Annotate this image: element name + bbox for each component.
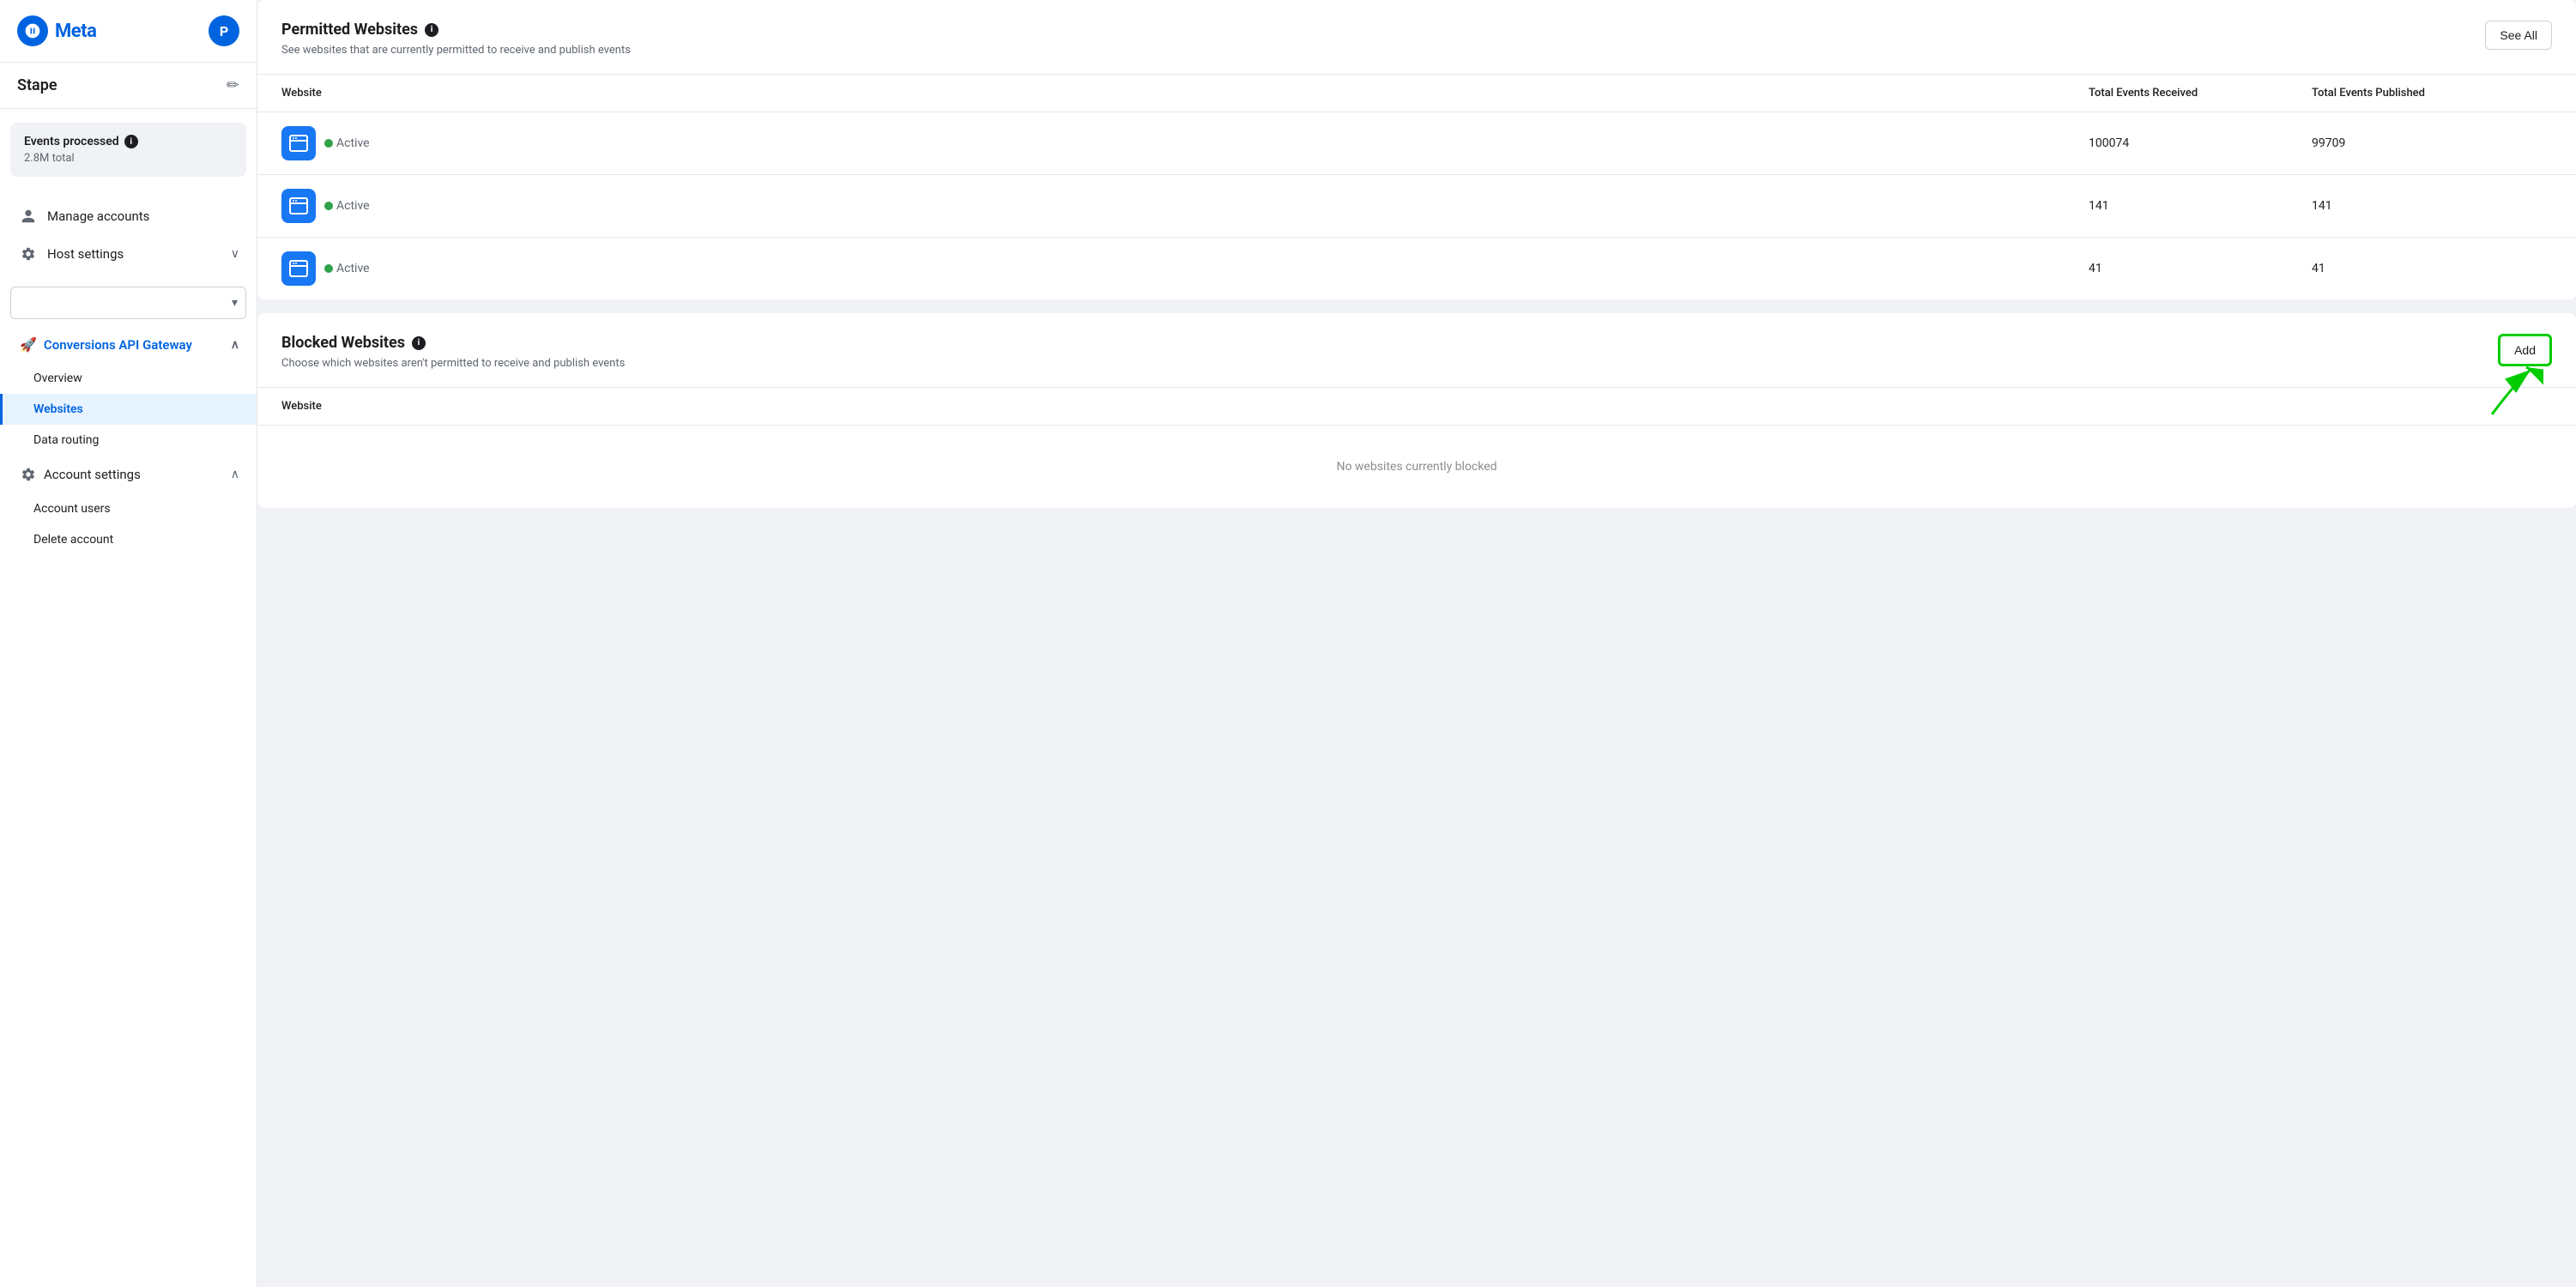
website-icon	[281, 251, 316, 286]
events-published-value: 141	[2312, 199, 2552, 213]
events-info-icon[interactable]: i	[124, 135, 138, 148]
events-processed-card: Events processed i 2.8M total	[10, 123, 246, 177]
user-avatar[interactable]: P	[209, 15, 239, 46]
account-settings-expand-icon: ∧	[231, 468, 239, 481]
workspace-dropdown-wrapper: ▾	[10, 287, 246, 319]
blocked-websites-description: Choose which websites aren't permitted t…	[281, 357, 2498, 370]
blocked-websites-title: Blocked Websites i	[281, 334, 2498, 352]
blocked-websites-table: Website No websites currently blocked	[257, 388, 2576, 508]
website-status: Active	[324, 262, 370, 275]
blocked-websites-section: Blocked Websites i Choose which websites…	[257, 313, 2576, 508]
browser-icon	[288, 196, 309, 216]
website-column-header: Website	[281, 87, 2089, 100]
person-icon	[20, 208, 37, 225]
gear-icon	[20, 245, 37, 263]
permitted-websites-info-icon[interactable]: i	[425, 23, 438, 37]
blocked-websites-header: Blocked Websites i Choose which websites…	[257, 313, 2576, 388]
permitted-websites-table: Website Total Events Received Total Even…	[257, 75, 2576, 299]
active-dot-icon	[324, 264, 333, 273]
account-settings-label: Account settings	[44, 467, 141, 482]
website-icon	[281, 189, 316, 223]
manage-accounts-label: Manage accounts	[47, 208, 149, 224]
blocked-websites-info-icon[interactable]: i	[412, 336, 426, 350]
api-gateway-expand-icon: ∧	[231, 338, 239, 352]
sidebar-item-manage-accounts[interactable]: Manage accounts	[0, 197, 257, 235]
main-nav: Manage accounts Host settings ∨	[0, 190, 257, 280]
see-all-button[interactable]: See All	[2485, 21, 2552, 50]
active-dot-icon	[324, 139, 333, 148]
rocket-icon: 🚀	[20, 336, 37, 353]
website-status: Active	[324, 199, 370, 213]
sidebar-item-conversions-api-gateway[interactable]: 🚀 Conversions API Gateway ∧	[0, 326, 257, 363]
events-processed-title: Events processed i	[24, 135, 233, 148]
website-status: Active	[324, 136, 370, 150]
blocked-websites-table-header: Website	[257, 388, 2576, 426]
main-content: Permitted Websites i See websites that a…	[257, 0, 2576, 1287]
permitted-websites-section: Permitted Websites i See websites that a…	[257, 0, 2576, 299]
events-received-value: 100074	[2089, 136, 2312, 150]
events-received-value: 141	[2089, 199, 2312, 213]
permitted-websites-header: Permitted Websites i See websites that a…	[257, 0, 2576, 75]
table-row: Active 41 41	[257, 238, 2576, 299]
arrow-annotation	[2483, 363, 2543, 426]
browser-icon	[288, 258, 309, 279]
sidebar-item-account-users[interactable]: Account users	[0, 493, 257, 524]
arrow-icon	[2483, 363, 2543, 423]
blocked-website-column-header: Website	[281, 400, 2552, 413]
api-gateway-subnav: Overview Websites Data routing	[0, 363, 257, 456]
meta-wordmark: Meta	[55, 21, 96, 42]
host-settings-expand-icon: ∨	[231, 247, 239, 261]
add-blocked-website-button[interactable]: Add	[2498, 334, 2552, 366]
sidebar: Meta P Stape ✏ Events processed i 2.8M t…	[0, 0, 257, 1287]
add-button-container: Add	[2498, 334, 2552, 366]
meta-symbol	[24, 22, 41, 39]
sidebar-item-overview[interactable]: Overview	[0, 363, 257, 394]
edit-icon[interactable]: ✏	[227, 76, 239, 94]
website-cell: Active	[281, 251, 2089, 286]
events-published-value: 99709	[2312, 136, 2552, 150]
sidebar-item-websites[interactable]: Websites	[0, 394, 257, 425]
website-cell: Active	[281, 126, 2089, 160]
meta-logo: Meta	[17, 15, 96, 46]
events-received-value: 41	[2089, 262, 2312, 275]
browser-icon	[288, 133, 309, 154]
sidebar-item-delete-account[interactable]: Delete account	[0, 524, 257, 555]
blocked-websites-empty-state: No websites currently blocked	[257, 426, 2576, 508]
host-settings-label: Host settings	[47, 246, 124, 262]
meta-logo-icon	[17, 15, 48, 46]
events-processed-count: 2.8M total	[24, 152, 233, 165]
website-cell: Active	[281, 189, 2089, 223]
website-icon	[281, 126, 316, 160]
total-received-column-header: Total Events Received	[2089, 87, 2312, 100]
table-row: Active 141 141	[257, 175, 2576, 238]
sidebar-item-data-routing[interactable]: Data routing	[0, 425, 257, 456]
workspace-dropdown[interactable]	[10, 287, 246, 319]
permitted-websites-title-group: Permitted Websites i See websites that a…	[281, 21, 631, 57]
permitted-websites-description: See websites that are currently permitte…	[281, 44, 631, 57]
sidebar-header: Meta P	[0, 0, 257, 63]
total-published-column-header: Total Events Published	[2312, 87, 2552, 100]
events-published-value: 41	[2312, 262, 2552, 275]
permitted-websites-table-header: Website Total Events Received Total Even…	[257, 75, 2576, 112]
account-settings-gear-icon	[20, 466, 37, 483]
active-dot-icon	[324, 202, 333, 210]
brand-name: Stape	[17, 76, 57, 94]
api-gateway-label: Conversions API Gateway	[44, 337, 192, 353]
sidebar-brand: Stape ✏	[0, 63, 257, 109]
blocked-header-content: Blocked Websites i Choose which websites…	[281, 334, 2498, 370]
sidebar-item-account-settings[interactable]: Account settings ∧	[0, 456, 257, 493]
workspace-dropdown-container: ▾	[0, 280, 257, 326]
permitted-websites-title: Permitted Websites i	[281, 21, 631, 39]
table-row: Active 100074 99709	[257, 112, 2576, 175]
sidebar-item-host-settings[interactable]: Host settings ∨	[0, 235, 257, 273]
account-settings-subnav: Account users Delete account	[0, 493, 257, 555]
